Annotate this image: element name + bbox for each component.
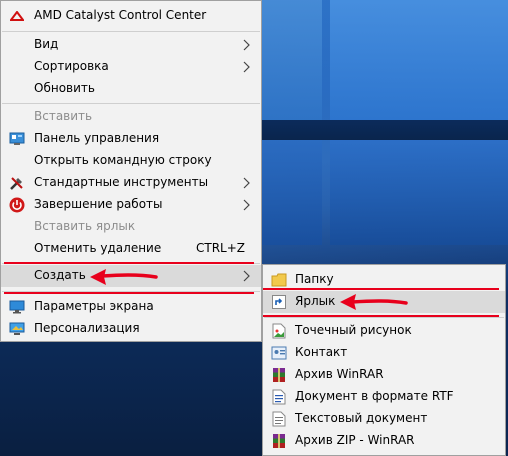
display-icon — [9, 299, 25, 315]
contact-icon — [271, 345, 287, 361]
amd-icon — [9, 8, 25, 24]
personalize-icon — [9, 321, 25, 337]
chevron-right-icon — [243, 61, 250, 73]
annotation-line — [263, 315, 499, 317]
submenu-item-zip-winrar[interactable]: Архив ZIP - WinRAR — [263, 430, 505, 452]
chevron-right-icon — [243, 270, 250, 282]
submenu-item-rtf-document[interactable]: Документ в формате RTF — [263, 386, 505, 408]
menu-item-paste-shortcut: Вставить ярлык — [34, 219, 136, 233]
submenu-item-contact[interactable]: Контакт — [263, 342, 505, 364]
chevron-right-icon — [243, 199, 250, 211]
menu-item-undo-delete[interactable]: Отменить удаление CTRL+Z — [1, 238, 261, 260]
menu-item-view[interactable]: Вид — [1, 34, 261, 56]
winrar-icon — [271, 367, 287, 383]
annotation-arrow-icon — [90, 269, 158, 285]
bitmap-icon — [271, 323, 287, 339]
shortcut-label: CTRL+Z — [195, 241, 245, 255]
menu-item-paste: Вставить — [34, 109, 93, 123]
menu-item-refresh[interactable]: Обновить — [1, 78, 261, 100]
menu-item-amd-catalyst[interactable]: AMD Catalyst Control Center — [1, 5, 261, 27]
submenu-item-bitmap[interactable]: Точечный рисунок — [263, 320, 505, 342]
submenu-item-winrar-archive[interactable]: Архив WinRAR — [263, 364, 505, 386]
annotation-line — [4, 292, 254, 294]
folder-icon — [271, 272, 287, 288]
menu-item-standard-tools[interactable]: Стандартные инструменты — [1, 172, 261, 194]
text-doc-icon — [271, 411, 287, 427]
annotation-arrow-icon — [340, 294, 408, 310]
menu-item-display-settings[interactable]: Параметры экрана — [1, 296, 261, 318]
control-panel-icon — [9, 131, 25, 147]
menu-item-shutdown[interactable]: Завершение работы — [1, 194, 261, 216]
menu-item-sort[interactable]: Сортировка — [1, 56, 261, 78]
winrar-zip-icon — [271, 433, 287, 449]
menu-item-personalization[interactable]: Персонализация — [1, 318, 261, 340]
rtf-icon — [271, 389, 287, 405]
menu-item-open-cmd[interactable]: Открыть командную строку — [1, 150, 261, 172]
submenu-item-text-document[interactable]: Текстовый документ — [263, 408, 505, 430]
power-icon — [9, 197, 25, 213]
annotation-line — [263, 288, 499, 290]
desktop-context-menu: AMD Catalyst Control Center Вид Сортиров… — [0, 0, 262, 342]
chevron-right-icon — [243, 177, 250, 189]
tools-icon — [9, 175, 25, 191]
annotation-line — [4, 262, 254, 264]
menu-item-control-panel[interactable]: Панель управления — [1, 128, 261, 150]
shortcut-icon — [271, 294, 287, 310]
chevron-right-icon — [243, 39, 250, 51]
